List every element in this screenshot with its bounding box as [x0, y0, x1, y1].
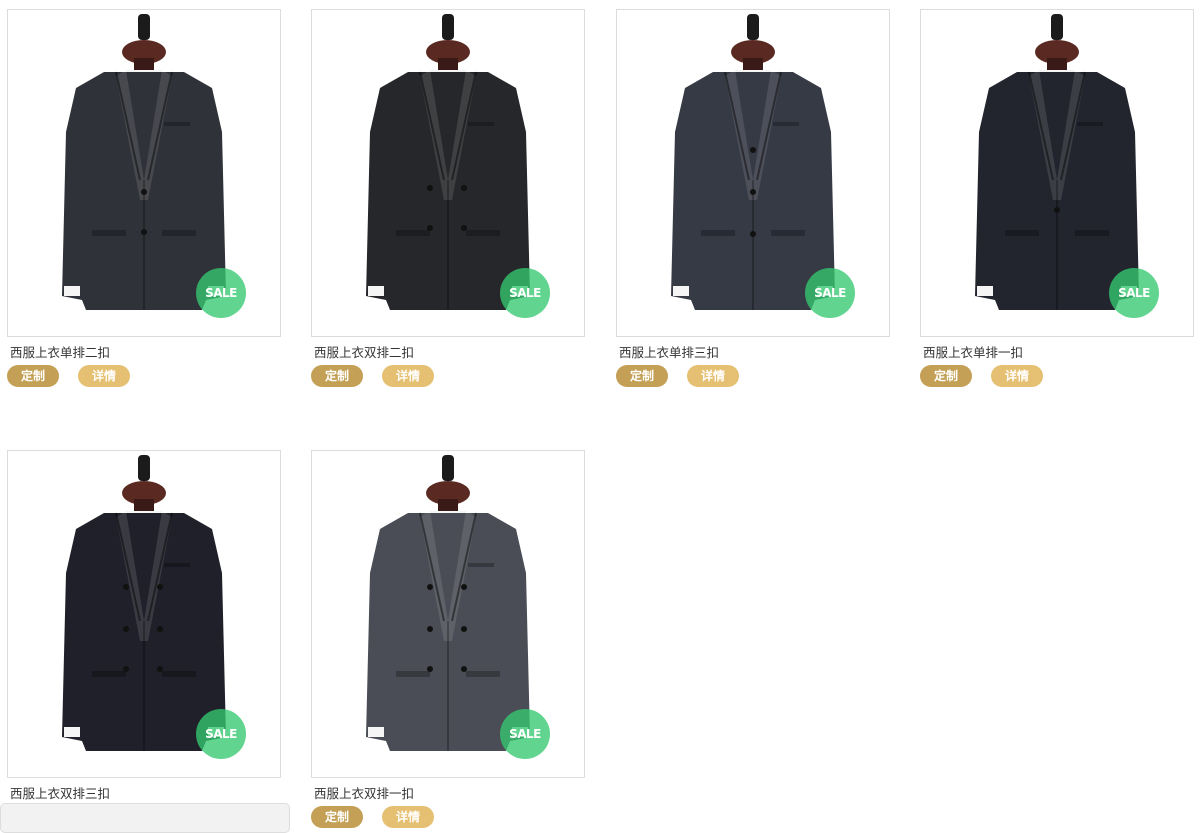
details-button[interactable]: 详情 [78, 365, 130, 387]
customize-button[interactable]: 定制 [616, 365, 668, 387]
details-button[interactable]: 详情 [687, 365, 739, 387]
customize-button[interactable]: 定制 [311, 365, 363, 387]
product-title[interactable]: 西服上衣双排一扣 [314, 783, 414, 802]
product-image[interactable]: SALE [920, 9, 1194, 337]
customize-button[interactable]: 定制 [311, 806, 363, 828]
details-button[interactable]: 详情 [382, 365, 434, 387]
sale-badge: SALE [500, 709, 550, 759]
product-image[interactable]: SALE [311, 450, 585, 778]
sale-badge: SALE [805, 268, 855, 318]
product-image[interactable]: SALE [7, 450, 281, 778]
product-image[interactable]: SALE [311, 9, 585, 337]
product-title[interactable]: 西服上衣双排二扣 [314, 342, 414, 361]
sale-badge: SALE [500, 268, 550, 318]
product-image[interactable]: SALE [7, 9, 281, 337]
sale-badge: SALE [196, 709, 246, 759]
customize-button[interactable]: 定制 [920, 365, 972, 387]
product-image[interactable]: SALE [616, 9, 890, 337]
details-button[interactable]: 详情 [382, 806, 434, 828]
details-button[interactable]: 详情 [991, 365, 1043, 387]
bottom-panel [0, 803, 290, 833]
sale-badge: SALE [196, 268, 246, 318]
product-title[interactable]: 西服上衣单排一扣 [923, 342, 1023, 361]
customize-button[interactable]: 定制 [7, 365, 59, 387]
product-title[interactable]: 西服上衣双排三扣 [10, 783, 110, 802]
sale-badge: SALE [1109, 268, 1159, 318]
product-title[interactable]: 西服上衣单排三扣 [619, 342, 719, 361]
product-title[interactable]: 西服上衣单排二扣 [10, 342, 110, 361]
